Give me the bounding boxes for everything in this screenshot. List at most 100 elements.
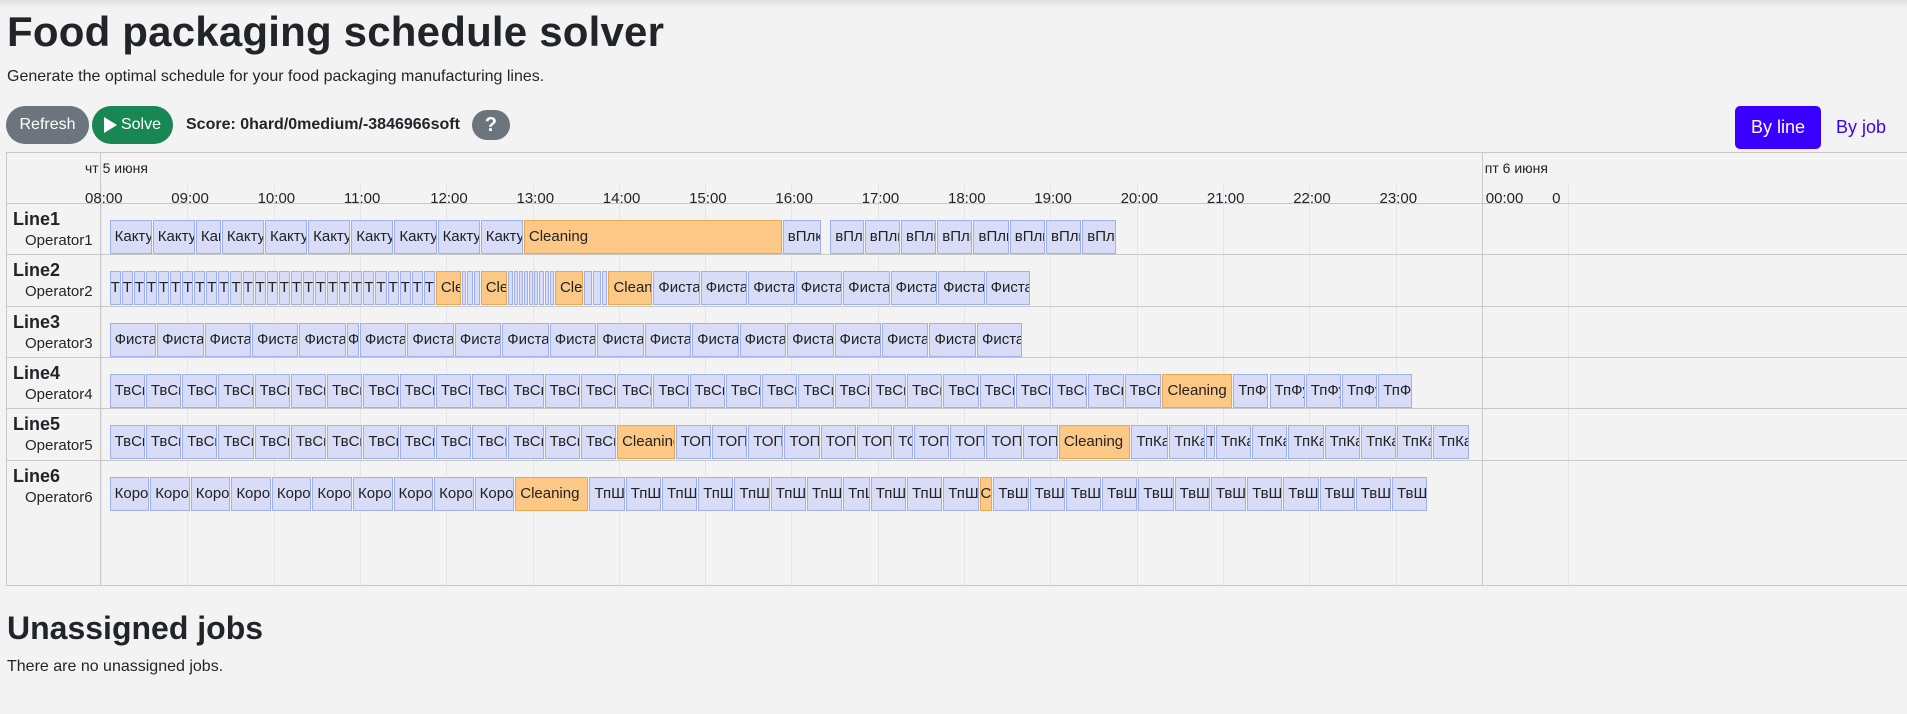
job-block[interactable]: ТвСгу [762,373,798,408]
job-block[interactable]: Т [194,271,206,306]
job-block[interactable]: ТвСгу [870,373,907,408]
job-block[interactable]: Т [363,271,375,306]
job-block[interactable]: Фисташ [882,322,929,357]
job-block[interactable]: ТвСгу [327,425,363,460]
job-block[interactable]: ТпКар [1433,425,1469,460]
job-block[interactable]: ТвСгу [1124,373,1162,408]
job-block[interactable]: ТвСгу [254,373,290,408]
job-block[interactable]: ТвСгу [290,425,327,460]
job-block[interactable]: Фисташ [454,322,502,357]
job-block[interactable] [584,271,592,306]
job-block[interactable] [539,271,544,306]
job-block[interactable]: ТвСгу [544,425,580,460]
job-block[interactable]: Т [133,271,145,306]
job-block[interactable]: вПлк [937,220,973,254]
job-block[interactable]: Корове [352,476,393,511]
job-block[interactable]: Т [254,271,266,306]
job-block[interactable]: ТвСгу [399,373,435,408]
cleaning-block[interactable]: Cleaning [435,271,461,306]
job-block[interactable]: ТпШок [870,476,907,511]
job-block[interactable]: Т [109,271,121,306]
job-block[interactable]: ТпФу [1378,373,1412,408]
job-block[interactable]: ТвСгу [1015,373,1051,408]
job-block[interactable]: ТпШок [734,476,770,511]
job-block[interactable]: ТпКар [1131,425,1169,460]
job-block[interactable]: ТОП [856,425,893,460]
job-block[interactable]: Корове [393,476,434,511]
refresh-button[interactable]: Refresh [6,106,89,144]
job-block[interactable]: Фисташ [929,322,976,357]
job-block[interactable]: ТвСгу [109,425,145,460]
job-block[interactable]: ТвСгу [725,373,762,408]
job-block[interactable]: ТОП [675,425,711,460]
job-block[interactable]: ТвСгу [145,373,182,408]
job-block[interactable]: ТпШок [843,476,870,511]
job-block[interactable] [466,271,473,306]
job-block[interactable]: ТпШок [943,476,979,511]
job-block[interactable] [473,271,480,306]
cleaning-block[interactable]: Cleaning [1058,425,1131,460]
job-block[interactable] [601,271,608,306]
job-block[interactable]: ТОП [893,425,913,460]
job-block[interactable]: вПлк [782,220,821,254]
job-block[interactable]: ТОП [712,425,748,460]
job-block[interactable]: Фисташ [597,322,644,357]
job-block[interactable]: Корове [231,476,271,511]
by-job-link[interactable]: By job [1836,106,1886,149]
job-block[interactable]: ТвСгу [145,425,182,460]
job-block[interactable]: ТвСгу [617,373,653,408]
job-block[interactable]: Кактус [264,220,308,254]
job-block[interactable] [518,271,523,306]
job-block[interactable]: ТвШок [1247,476,1283,511]
job-block[interactable]: вПлк [973,220,1009,254]
job-block[interactable]: ТвШок [993,476,1029,511]
job-block[interactable]: Т [315,271,327,306]
job-block[interactable]: ТвСгу [363,425,399,460]
job-block[interactable]: Корове [271,476,312,511]
job-block[interactable]: вПлк [864,220,900,254]
job-block[interactable]: ТвСгу [907,373,943,408]
cleaning-block[interactable]: Cleaning [554,271,584,306]
job-block[interactable]: Фисташ [252,322,299,357]
job-block[interactable] [513,271,518,306]
job-block[interactable] [508,271,513,306]
job-block[interactable]: Фисташ [985,271,1031,306]
job-block[interactable] [592,271,601,306]
job-block[interactable]: ТОП [913,425,950,460]
job-block[interactable]: ТпКар [1360,425,1397,460]
job-block[interactable]: ТпШок [806,476,843,511]
job-block[interactable]: ТпКар [1252,425,1288,460]
job-block[interactable]: Т [399,271,411,306]
job-block[interactable]: ТпШок [589,476,625,511]
job-block[interactable]: ТвСгу [943,373,979,408]
job-block[interactable]: Т [157,271,170,306]
job-block[interactable]: Фисташ [299,322,346,357]
cleaning-block[interactable]: Cleaning [979,476,993,511]
job-block[interactable]: Корове [109,476,150,511]
job-block[interactable]: ТОП [784,425,820,460]
job-block[interactable]: Т [278,271,290,306]
job-block[interactable]: ТпШок [907,476,943,511]
job-block[interactable]: ТпФу [1305,373,1341,408]
job-block[interactable]: Кактус [308,220,351,254]
job-block[interactable]: Т [351,271,363,306]
job-block[interactable]: Фисташ [407,322,454,357]
job-block[interactable]: ТвШок [1065,476,1102,511]
job-block[interactable]: Фисташ [359,322,407,357]
job-block[interactable]: ТвСгу [544,373,580,408]
schedule-timeline[interactable]: чт 5 июня пт 6 июня 08:00 09:00 10:00 11:00 12… [6,152,1907,586]
job-block[interactable]: Фисташ [976,322,1022,357]
job-block[interactable]: вПлк [830,220,864,254]
job-block[interactable]: ТОП [950,425,986,460]
job-block[interactable]: ТвСгу [580,425,617,460]
job-block[interactable]: ТвСгу [472,373,508,408]
job-block[interactable]: Фисташ [692,322,739,357]
job-block[interactable]: Т [145,271,157,306]
job-block[interactable]: Т [327,271,339,306]
job-block[interactable]: ТпШок [625,476,661,511]
job-block[interactable]: ТвШок [1319,476,1355,511]
job-block[interactable]: ТпКар [1324,425,1360,460]
job-block[interactable]: Т [182,271,194,306]
job-block[interactable]: ТпКар [1169,425,1205,460]
job-block[interactable]: Т [423,271,435,306]
